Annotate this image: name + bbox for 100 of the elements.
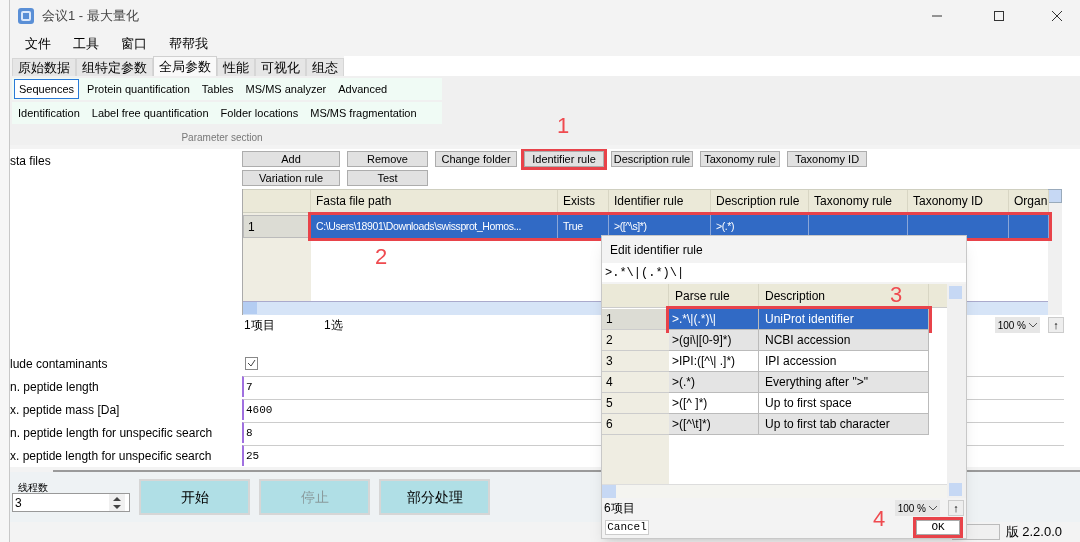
selection-count: 1选 xyxy=(324,317,343,334)
vertical-scrollbar[interactable] xyxy=(1048,189,1062,315)
spinner-arrows-icon xyxy=(109,494,125,511)
field-label: 线程数 xyxy=(17,482,49,493)
annotation-number: 3 xyxy=(890,282,903,308)
action-button[interactable]: 部分处理 xyxy=(379,479,490,515)
item-count: 1项目 xyxy=(244,317,276,334)
toolbar-button[interactable]: Remove xyxy=(347,151,428,167)
field-label: lude contaminants xyxy=(10,356,108,371)
table-row[interactable]: >(.*) Everything after ">" xyxy=(669,372,929,393)
toolbar-button[interactable]: Taxonomy ID xyxy=(787,151,867,167)
table-cell-text: >([^ ]*) xyxy=(672,395,708,412)
table-row[interactable]: C:\Users\18901\Downloads\swissprot_Homos... True >([^\s]*) >(.*) xyxy=(311,215,1049,238)
toolbar-button[interactable]: Add xyxy=(242,151,340,167)
row-number: 1 xyxy=(248,218,255,236)
ok-button[interactable]: OK xyxy=(916,519,960,535)
column-header: Exists xyxy=(563,193,595,210)
tab[interactable]: 可视化 xyxy=(255,58,306,76)
tab[interactable]: 原始数据 xyxy=(12,58,76,76)
column-header: Fasta file path xyxy=(316,193,392,210)
tab[interactable]: 组态 xyxy=(306,58,344,76)
menu-item[interactable]: 工具 xyxy=(73,34,99,54)
dialog-title: Edit identifier rule xyxy=(610,241,703,259)
table-row[interactable]: >([^ ]*) Up to first space xyxy=(669,393,929,414)
vertical-scrollbar[interactable] xyxy=(947,284,964,498)
toolbar-button[interactable]: Variation rule xyxy=(242,170,340,186)
section-tab[interactable]: Label free quantification xyxy=(87,103,213,123)
table-cell-text: NCBI accession xyxy=(765,332,851,349)
column-header: Identifier rule xyxy=(614,193,684,210)
table-cell-text: C:\Users\18901\Downloads\swissprot_Homos... xyxy=(316,218,522,234)
item-count: 6项目 xyxy=(603,500,635,517)
field-label: x. peptide length for unspecific search xyxy=(10,448,212,463)
row-number: 2 xyxy=(606,332,613,349)
field-label: sta files xyxy=(10,154,51,168)
section-tab[interactable]: Advanced xyxy=(334,79,392,99)
zoom-dropdown[interactable]: 100 % xyxy=(994,317,1040,333)
section-caption: Parameter section xyxy=(181,131,263,145)
column-header: Taxonomy ID xyxy=(913,193,984,210)
maximize-icon xyxy=(994,11,1004,21)
toolbar-button[interactable]: Description rule xyxy=(611,151,693,167)
table-cell-text: UniProt identifier xyxy=(765,311,854,328)
table-row[interactable]: >([^\t]*) Up to first tab character xyxy=(669,414,929,435)
table-cell-text: >([^\t]*) xyxy=(672,416,711,433)
section-tab[interactable]: Folder locations xyxy=(216,103,303,123)
section-tab[interactable]: MS/MS analyzer xyxy=(241,79,331,99)
table-cell-text: >.*\|(.*)\| xyxy=(672,311,716,328)
table-cell-text: Everything after ">" xyxy=(765,374,868,391)
zoom-dropdown[interactable]: 100 % xyxy=(894,500,940,516)
action-button[interactable]: 开始 xyxy=(139,479,250,515)
field-label: x. peptide mass [Da] xyxy=(10,402,120,417)
tab[interactable]: 组特定参数 xyxy=(76,58,153,76)
row-number: 4 xyxy=(606,374,613,391)
app-logo-icon xyxy=(18,8,34,24)
table-cell-text: IPI accession xyxy=(765,353,837,370)
toolbar-button[interactable]: Taxonomy rule xyxy=(700,151,780,167)
toolbar-button[interactable]: Change folder xyxy=(435,151,517,167)
table-cell-text: Up to first space xyxy=(765,395,852,412)
table-row[interactable]: >IPI:([^\| .]*) IPI accession xyxy=(669,351,929,372)
annotation-number: 2 xyxy=(375,244,388,270)
sort-button[interactable]: ↑ xyxy=(948,500,964,516)
window-title: 会议1 - 最大量化 xyxy=(42,7,139,26)
spinner-field[interactable]: 3 xyxy=(12,493,130,512)
version-label: 版 2.2.0.0 xyxy=(1005,523,1062,542)
section-tab[interactable]: Tables xyxy=(197,79,238,99)
table-cell-text: True xyxy=(563,218,583,234)
field-label: n. peptide length for unspecific search xyxy=(10,425,213,440)
horizontal-scrollbar[interactable] xyxy=(602,484,947,498)
table-cell-text: >(.*) xyxy=(716,218,735,234)
caret-icon xyxy=(929,505,937,511)
section-tab[interactable]: Identification xyxy=(14,103,84,123)
section-tab[interactable]: Protein quantification xyxy=(83,79,194,99)
tab[interactable]: 性能 xyxy=(217,58,255,76)
annotation-number: 1 xyxy=(557,113,570,139)
column-header: Description rule xyxy=(716,193,800,210)
row-number: 5 xyxy=(606,395,613,412)
menu-item[interactable]: 帮帮我 xyxy=(169,34,208,54)
row-number: 3 xyxy=(606,353,613,370)
table-row[interactable]: >(gi\|[0-9]*) NCBI accession xyxy=(669,330,929,351)
field-label: n. peptide length xyxy=(10,379,99,394)
table-row[interactable]: >.*\|(.*)\| UniProt identifier xyxy=(669,309,929,330)
annotation-number: 4 xyxy=(873,506,886,532)
close-icon xyxy=(1052,11,1062,21)
menu-item[interactable]: 文件 xyxy=(25,34,51,54)
section-tab[interactable]: MS/MS fragmentation xyxy=(306,103,421,123)
menu-item[interactable]: 窗口 xyxy=(121,34,147,54)
section-tab[interactable]: Sequences xyxy=(14,79,80,99)
sort-button[interactable]: ↑ xyxy=(1048,317,1064,333)
toolbar-button[interactable]: Identifier rule xyxy=(524,151,604,167)
table-cell-text: Up to first tab character xyxy=(765,416,890,433)
row-number: 6 xyxy=(606,416,613,433)
cancel-button[interactable]: Cancel xyxy=(605,519,649,535)
check-icon xyxy=(247,359,256,368)
column-header: Taxonomy rule xyxy=(814,193,893,210)
table-cell-text: >([^\s]*) xyxy=(614,218,647,234)
toolbar-button[interactable]: Test xyxy=(347,170,428,186)
table-cell-text: >(gi\|[0-9]*) xyxy=(672,332,732,349)
tab[interactable]: 全局参数 xyxy=(153,56,217,76)
table-cell-text: >IPI:([^\| .]*) xyxy=(672,353,736,370)
checkbox[interactable] xyxy=(245,357,258,370)
input-field[interactable]: >.*\|(.*)\| xyxy=(602,263,966,282)
